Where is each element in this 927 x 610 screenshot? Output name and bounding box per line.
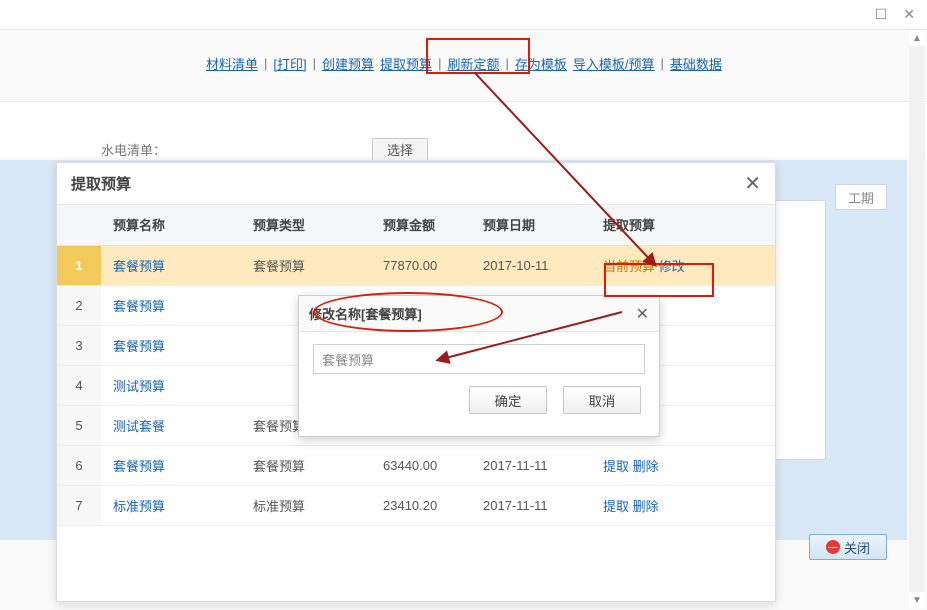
cancel-button[interactable]: 取消: [563, 386, 641, 414]
link-import-template[interactable]: 导入模板/预算: [573, 54, 655, 73]
cell-type: 套餐预算: [241, 245, 371, 285]
row-index: 3: [57, 325, 101, 365]
col-name: 预算名称: [101, 205, 241, 245]
link-create-budget[interactable]: 创建预算: [322, 54, 374, 73]
cell-actions: 提取 删除: [591, 485, 775, 525]
budget-name-link[interactable]: 套餐预算: [113, 259, 165, 274]
row-action-link[interactable]: 删除: [633, 459, 659, 474]
link-save-template[interactable]: 存为模板: [515, 54, 567, 73]
col-index: [57, 205, 101, 245]
cell-amount: 23410.20: [371, 485, 471, 525]
row-index: 4: [57, 365, 101, 405]
close-button[interactable]: — 关闭: [809, 534, 887, 560]
col-date: 预算日期: [471, 205, 591, 245]
modal-header: 提取预算 ✕: [57, 163, 775, 205]
row-index: 6: [57, 445, 101, 485]
link-base-data[interactable]: 基础数据: [670, 54, 722, 73]
vertical-scrollbar[interactable]: ▲ ▼: [909, 30, 925, 608]
table-row[interactable]: 6套餐预算套餐预算63440.002017-11-11提取 删除: [57, 445, 775, 485]
close-button-label: 关闭: [844, 538, 870, 557]
modal-close-icon[interactable]: ✕: [744, 171, 761, 196]
cell-type: 套餐预算: [241, 445, 371, 485]
separator: |: [313, 56, 316, 71]
date-button-label: 工期: [848, 188, 874, 207]
link-print[interactable]: [打印]: [273, 54, 306, 73]
budget-name-link[interactable]: 测试预算: [113, 379, 165, 394]
table-row[interactable]: 7标准预算标准预算23410.202017-11-11提取 删除: [57, 485, 775, 525]
cell-actions: 当前预算 修改: [591, 245, 775, 285]
cell-amount: 63440.00: [371, 445, 471, 485]
link-material-list[interactable]: 材料清单: [206, 54, 258, 73]
separator: |: [661, 56, 664, 71]
cell-actions: 提取 删除: [591, 445, 775, 485]
table-row[interactable]: 1套餐预算套餐预算77870.002017-10-11当前预算 修改: [57, 245, 775, 285]
separator: |: [438, 56, 441, 71]
budget-name-link[interactable]: 套餐预算: [113, 339, 165, 354]
stop-icon: —: [826, 540, 840, 554]
row-index: 7: [57, 485, 101, 525]
row-index: 2: [57, 285, 101, 325]
window-titlebar: ☐ ✕: [0, 0, 927, 30]
dialog-title: 修改名称[套餐预算]: [309, 304, 422, 323]
cell-date: 2017-11-11: [471, 445, 591, 485]
window-close-icon[interactable]: ✕: [899, 4, 919, 25]
row-action-link[interactable]: 删除: [633, 499, 659, 514]
row-index: 1: [57, 245, 101, 285]
rename-dialog: 修改名称[套餐预算] ✕ 确定 取消: [298, 295, 660, 437]
row-action-link[interactable]: 修改: [659, 259, 685, 274]
name-input[interactable]: [313, 344, 645, 374]
dialog-body: [299, 332, 659, 374]
table-header: 预算名称 预算类型 预算金额 预算日期 提取预算: [57, 205, 775, 245]
cell-date: 2017-11-11: [471, 485, 591, 525]
separator: |: [505, 56, 508, 71]
modal-title: 提取预算: [71, 173, 131, 194]
col-type: 预算类型: [241, 205, 371, 245]
dialog-close-icon[interactable]: ✕: [636, 304, 649, 324]
link-extract-budget[interactable]: 提取预算: [380, 54, 432, 73]
row-action-link[interactable]: 提取: [603, 499, 629, 514]
cell-type: 标准预算: [241, 485, 371, 525]
select-button[interactable]: 选择: [372, 138, 428, 162]
col-amount: 预算金额: [371, 205, 471, 245]
row-action-link[interactable]: 提取: [603, 459, 629, 474]
budget-name-link[interactable]: 套餐预算: [113, 459, 165, 474]
window-maximize-icon[interactable]: ☐: [871, 4, 892, 25]
cell-date: 2017-10-11: [471, 245, 591, 285]
scroll-track[interactable]: [909, 46, 925, 592]
col-action: 提取预算: [591, 205, 775, 245]
current-badge: 当前预算: [603, 259, 659, 274]
budget-name-link[interactable]: 标准预算: [113, 499, 165, 514]
date-button[interactable]: 工期: [835, 184, 887, 210]
separator: |: [264, 56, 267, 71]
scroll-up-icon[interactable]: ▲: [909, 30, 925, 46]
budget-name-link[interactable]: 测试套餐: [113, 419, 165, 434]
row-index: 5: [57, 405, 101, 445]
top-toolbar: 材料清单 | [打印] | 创建预算 提取预算 | 刷新定额 | 存为模板 导入…: [0, 54, 927, 73]
filter-row: 水电清单： 选择: [0, 101, 927, 157]
ok-button[interactable]: 确定: [469, 386, 547, 414]
scroll-down-icon[interactable]: ▼: [909, 592, 925, 608]
link-refresh-quota[interactable]: 刷新定额: [447, 54, 499, 73]
dialog-header: 修改名称[套餐预算] ✕: [299, 296, 659, 332]
dialog-footer: 确定 取消: [299, 374, 659, 414]
filter-label: 水电清单：: [101, 140, 166, 159]
budget-name-link[interactable]: 套餐预算: [113, 299, 165, 314]
cell-amount: 77870.00: [371, 245, 471, 285]
